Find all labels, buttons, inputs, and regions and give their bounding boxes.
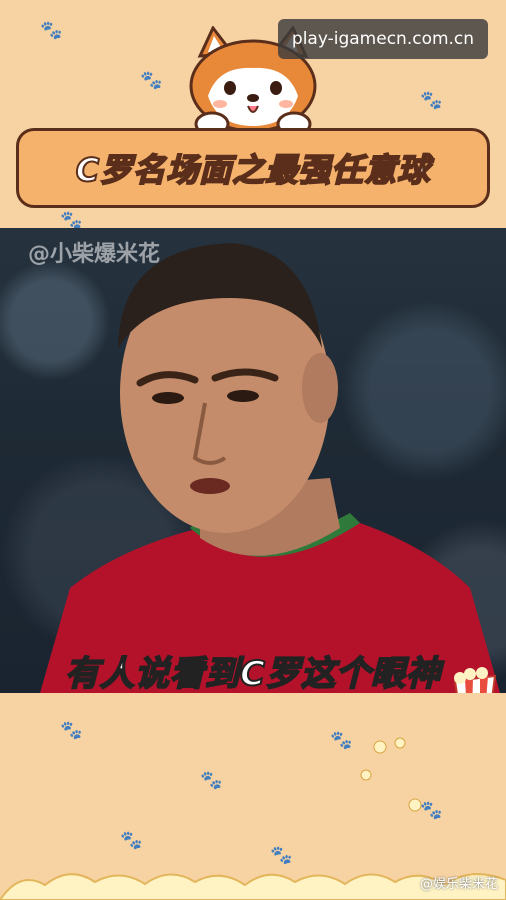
- paw-icon: 🐾: [200, 770, 223, 791]
- paw-icon: 🐾: [140, 70, 163, 91]
- paw-icon: 🐾: [330, 730, 353, 751]
- popcorn-scatter-icon: [360, 737, 422, 812]
- url-watermark-badge: play-igamecn.com.cn: [278, 19, 488, 59]
- title-banner: C罗名场面之最强任意球: [16, 128, 490, 208]
- paw-icon: 🐾: [120, 830, 143, 851]
- popcorn-icon: [453, 667, 497, 693]
- player-portrait: [40, 243, 500, 693]
- video-frame[interactable]: @小柴爆米花 有人说看到C罗这个眼神: [0, 228, 506, 693]
- paw-icon: 🐾: [420, 90, 443, 111]
- paw-icon: 🐾: [60, 720, 83, 741]
- title-text: C罗名场面之最强任意球: [75, 150, 431, 190]
- channel-watermark: @小柴爆米花: [28, 242, 161, 267]
- weibo-watermark: @娱乐柴米花: [419, 877, 498, 892]
- paw-icon: 🐾: [40, 20, 63, 41]
- subtitle-caption: 有人说看到C罗这个眼神: [64, 653, 441, 693]
